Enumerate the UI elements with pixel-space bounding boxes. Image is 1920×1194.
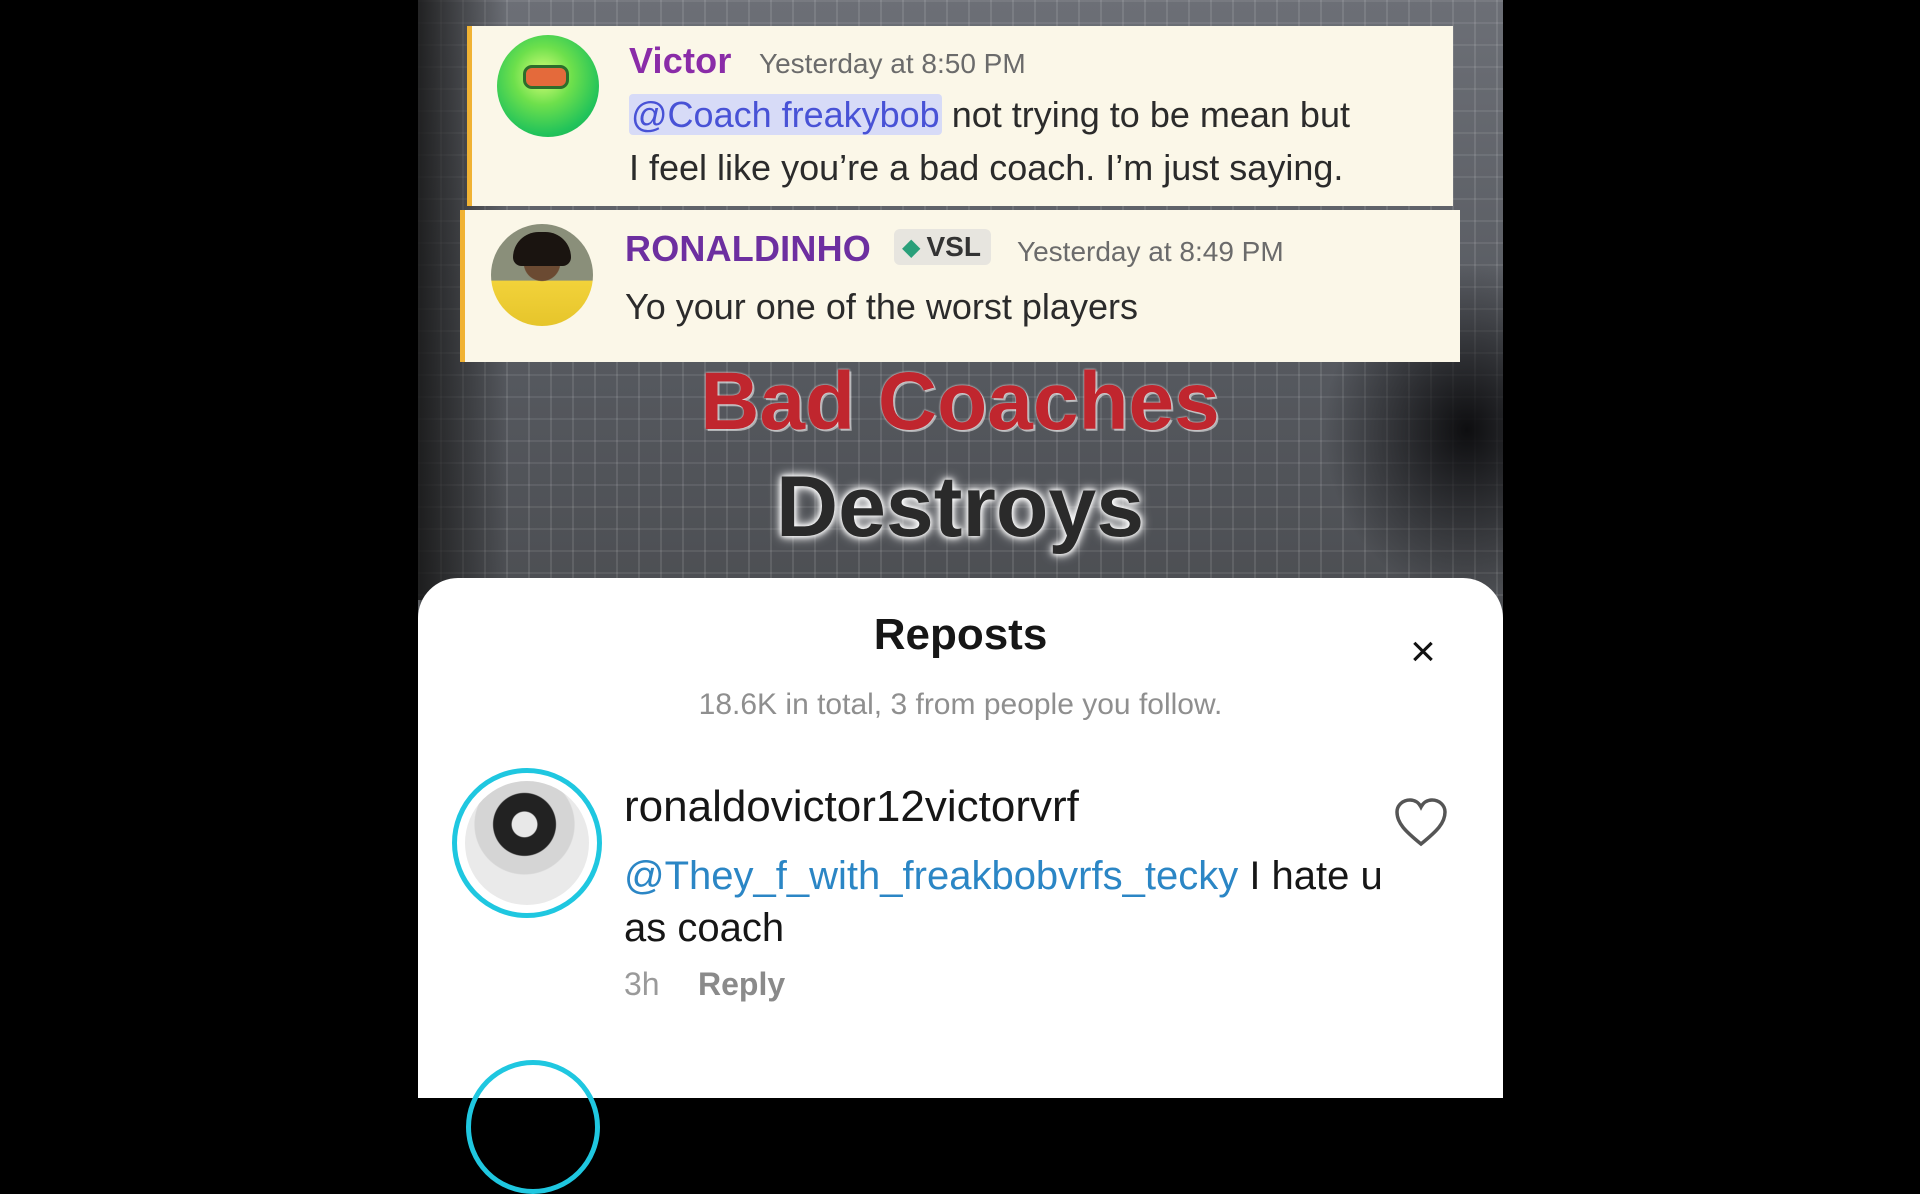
reply-button[interactable]: Reply [698,966,785,1003]
heart-icon[interactable] [1393,796,1449,848]
video-caption-title: Bad Coaches [700,356,1220,447]
repost-count: 18.6K in total, 3 from people you follow… [698,688,1223,721]
role-badge: ◆ VSL [894,229,991,265]
avatar-visor [523,65,569,89]
close-icon[interactable]: × [1403,630,1443,674]
message-author: Victor [629,40,732,81]
message-text: Yo your one of the worst players [625,286,1138,327]
discord-message-ronaldinho: RONALDINHO ◆ VSL Yesterday at 8:49 PM Yo… [460,210,1460,362]
discord-message-victor: Victor Yesterday at 8:50 PM @Coach freak… [467,26,1453,206]
comment-text: @They_f_with_freakbobvrfs_tecky I hate u… [624,850,1384,954]
role-badge-label: VSL [926,231,981,262]
message-timestamp: Yesterday at 8:49 PM [1017,236,1284,267]
message-text-line2: I feel like you’re a bad coach. I’m just… [629,147,1344,188]
message-author: RONALDINHO [625,228,871,269]
comment-avatar[interactable] [452,768,602,918]
message-text-line1: not trying to be mean but [941,94,1350,135]
highlight-bar [467,26,472,206]
next-comment-avatar[interactable] [466,1060,600,1194]
message-timestamp: Yesterday at 8:50 PM [759,48,1026,79]
avatar-hair [513,232,571,266]
avatar [497,35,599,137]
sheet-title: Reposts [873,610,1048,659]
gem-icon: ◆ [902,233,921,261]
user-mention[interactable]: @Coach freakybob [629,94,942,135]
video-caption-subtitle: Destroys [775,459,1145,555]
comment-time: 3h [624,966,660,1002]
highlight-bar [460,210,465,362]
message-text: @Coach freakybob not trying to be mean b… [629,88,1350,141]
avatar-photo [465,781,589,905]
comment-mention[interactable]: @They_f_with_freakbobvrfs_tecky [624,854,1238,898]
reposts-sheet: Reposts × 18.6K in total, 3 from people … [418,578,1503,1194]
avatar [491,224,593,326]
comment-username[interactable]: ronaldovictor12victorvrf [624,782,1079,832]
